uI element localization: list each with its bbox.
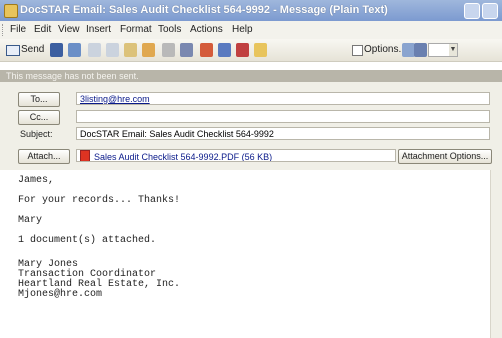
info-bar: This message has not been sent. [0,70,502,82]
body-signoff: Mary [18,215,43,226]
options-label: Options... [364,44,407,55]
body-line: For your records... Thanks! [18,195,181,206]
attachment-options-button[interactable]: Attachment Options... [398,149,492,164]
message-body[interactable]: James, For your records... Thanks! Mary … [18,170,488,330]
menu-format[interactable]: Format [120,24,152,35]
options-icon [352,45,363,56]
menu-edit[interactable]: Edit [34,24,51,35]
flag-icon[interactable] [236,43,249,57]
send-button[interactable]: Send [6,43,45,57]
send-icon [6,45,20,56]
menu-file[interactable]: File [10,24,26,35]
address-book-icon[interactable] [162,43,175,57]
attach-icon[interactable] [180,43,193,57]
attachment-field[interactable]: Sales Audit Checklist 564-9992.PDF (56 K… [76,149,396,162]
importance-high-icon[interactable] [200,43,213,57]
attachment-link[interactable]: Sales Audit Checklist 564-9992.PDF (56 K… [94,152,272,161]
signature-email: Mjones@hre.com [18,289,103,300]
app-icon [4,4,18,18]
cc-field[interactable] [76,110,490,123]
vertical-scrollbar[interactable] [490,170,502,338]
attach-button[interactable]: Attach... [18,149,70,164]
menu-help[interactable]: Help [232,24,253,35]
cut-icon[interactable] [88,43,101,57]
permission-icon[interactable] [254,43,267,57]
chevron-down-icon[interactable]: ▼ [449,44,457,56]
send-label: Send [21,44,45,55]
subject-label: Subject: [20,129,53,139]
body-greeting: James, [18,175,55,186]
to-button[interactable]: To... [18,92,60,107]
format-icon[interactable] [414,43,427,57]
menu-actions[interactable]: Actions [190,24,223,35]
subject-field[interactable]: DocSTAR Email: Sales Audit Checklist 564… [76,127,490,140]
menu-view[interactable]: View [58,24,80,35]
cc-button[interactable]: Cc... [18,110,60,125]
message-header: To... 3listing@hre.com Cc... Subject: Do… [0,82,502,170]
to-recipient[interactable]: 3listing@hre.com [80,94,150,104]
pdf-icon [80,150,90,161]
save-icon[interactable] [50,43,63,57]
menu-tools[interactable]: Tools [158,24,181,35]
menu-insert[interactable]: Insert [86,24,111,35]
info-bar-text: This message has not been sent. [6,71,139,81]
toolbar: Send Options... ▼ [0,39,502,62]
title-bar: DocSTAR Email: Sales Audit Checklist 564… [0,0,502,21]
body-documents: 1 document(s) attached. [18,235,157,246]
copy-icon[interactable] [106,43,119,57]
menu-grip [2,24,5,36]
minimize-icon[interactable] [464,3,480,19]
format-combo[interactable]: ▼ [428,43,458,57]
print-icon[interactable] [68,43,81,57]
to-field[interactable]: 3listing@hre.com [76,92,490,105]
importance-low-icon[interactable] [218,43,231,57]
menu-bar: File Edit View Insert Format Tools Actio… [0,21,502,39]
check-names-icon[interactable] [142,43,155,57]
maximize-icon[interactable] [482,3,498,19]
paste-icon[interactable] [124,43,137,57]
window-title: DocSTAR Email: Sales Audit Checklist 564… [20,4,388,16]
options-button[interactable]: Options... [352,43,407,57]
